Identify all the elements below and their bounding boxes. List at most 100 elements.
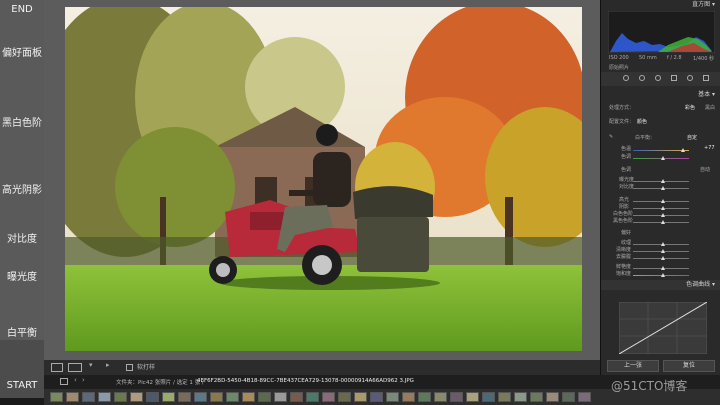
exposure-slider[interactable]	[633, 179, 689, 183]
saturation-label: 饱和度	[616, 271, 632, 277]
filmstrip-thumb[interactable]	[322, 392, 335, 402]
softproof-checkbox[interactable]	[126, 364, 133, 371]
filmstrip-thumb[interactable]	[514, 392, 527, 402]
chapter-black-white-levels[interactable]: 黑白色阶	[0, 114, 44, 129]
filmstrip-thumb[interactable]	[450, 392, 463, 402]
clarity-slider[interactable]	[633, 249, 689, 253]
filmstrip-thumb[interactable]	[466, 392, 479, 402]
presence-label: 偏好	[621, 230, 632, 236]
reset-button[interactable]: 复位	[663, 360, 715, 372]
tint-slider[interactable]	[633, 156, 689, 160]
wb-label: 白平衡：	[635, 135, 656, 141]
chapter-contrast[interactable]: 对比度	[0, 230, 44, 245]
histogram-header[interactable]: 直方图 ▾	[601, 0, 720, 10]
filmstrip-thumb[interactable]	[146, 392, 159, 402]
chapter-exposure[interactable]: 曝光度	[0, 268, 44, 283]
treatment-bw[interactable]: 黑白	[705, 104, 715, 111]
back-arrow-icon[interactable]: ‹	[74, 376, 77, 384]
histogram-focal-length: 50 mm	[639, 55, 657, 61]
filmstrip-thumb[interactable]	[226, 392, 239, 402]
filmstrip-thumb[interactable]	[482, 392, 495, 402]
chevron-down-icon[interactable]: ▾	[89, 361, 99, 370]
crop-tool-icon[interactable]	[623, 75, 629, 81]
filmstrip-thumb[interactable]	[546, 392, 559, 402]
previous-button[interactable]: 上一张	[607, 360, 659, 372]
filmstrip-thumb[interactable]	[370, 392, 383, 402]
filmstrip-thumb[interactable]	[402, 392, 415, 402]
filmstrip-thumb[interactable]	[162, 392, 175, 402]
chapter-highlight-shadow[interactable]: 高光阴影	[0, 181, 44, 196]
whites-slider[interactable]	[633, 213, 689, 217]
filmstrip-thumb[interactable]	[386, 392, 399, 402]
temp-slider[interactable]	[633, 148, 689, 152]
blacks-slider[interactable]	[633, 220, 689, 224]
filmstrip-thumb[interactable]	[290, 392, 303, 402]
vibrance-label: 鲜艳度	[616, 264, 632, 270]
tone-curve-chart[interactable]	[619, 302, 707, 354]
filmstrip-thumb[interactable]	[178, 392, 191, 402]
filmstrip-thumb[interactable]	[130, 392, 143, 402]
texture-slider[interactable]	[633, 242, 689, 246]
basic-header[interactable]: 基本 ▾	[601, 90, 720, 100]
chapter-white-balance[interactable]: 白平衡	[0, 324, 44, 339]
chapter-preference-panel[interactable]: 偏好面板	[0, 44, 44, 59]
play-icon[interactable]: ▸	[106, 361, 116, 370]
filmstrip-thumb[interactable]	[194, 392, 207, 402]
chapter-end[interactable]: END	[0, 4, 44, 15]
spot-removal-icon[interactable]	[639, 75, 645, 81]
filmstrip-thumb[interactable]	[50, 392, 63, 402]
chapter-column: END 偏好面板 黑白色阶 高光阴影 对比度 曝光度 白平衡 START	[0, 0, 44, 398]
filmstrip-thumb[interactable]	[434, 392, 447, 402]
profile-label: 配置文件：	[609, 119, 635, 125]
brush-tool-icon[interactable]	[703, 75, 709, 81]
watermark: @51CTO博客	[611, 379, 688, 393]
filmstrip-thumb[interactable]	[274, 392, 287, 402]
filmstrip-thumb[interactable]	[210, 392, 223, 402]
lightroom-window: END 偏好面板 黑白色阶 高光阴影 对比度 曝光度 白平衡 START ▾ ▸…	[0, 0, 720, 405]
filmstrip-thumb[interactable]	[498, 392, 511, 402]
histogram-title: 直方图	[692, 1, 711, 8]
filmstrip-thumb[interactable]	[98, 392, 111, 402]
photo-preview[interactable]	[65, 7, 582, 351]
wb-picker-icon[interactable]: ✎	[609, 134, 613, 140]
filmstrip-thumb[interactable]	[338, 392, 351, 402]
radial-filter-icon[interactable]	[687, 75, 693, 81]
highlights-slider[interactable]	[633, 199, 689, 203]
temp-value[interactable]: +77	[704, 145, 715, 151]
compare-view-icon[interactable]	[68, 363, 82, 372]
contrast-slider[interactable]	[633, 186, 689, 190]
vibrance-slider[interactable]	[633, 266, 689, 270]
grid-view-icon[interactable]	[60, 378, 68, 385]
clarity-label: 清晰度	[616, 247, 632, 253]
forward-arrow-icon[interactable]: ›	[82, 376, 85, 384]
histogram-iso: ISO 200	[609, 55, 629, 61]
filmstrip-thumb[interactable]	[258, 392, 271, 402]
filmstrip-thumb[interactable]	[418, 392, 431, 402]
contrast-label: 对比度	[619, 184, 635, 190]
tool-strip	[601, 72, 720, 86]
loupe-view-icon[interactable]	[51, 363, 63, 372]
filmstrip-thumb[interactable]	[82, 392, 95, 402]
chapter-start[interactable]: START	[0, 340, 44, 398]
graduated-filter-icon[interactable]	[671, 75, 677, 81]
tone-curve-header[interactable]: 色调曲线 ▾	[601, 280, 720, 290]
treatment-color[interactable]: 彩色	[685, 104, 695, 111]
saturation-slider[interactable]	[633, 273, 689, 277]
tone-auto-button[interactable]: 自动	[700, 166, 710, 173]
filmstrip-thumb[interactable]	[114, 392, 127, 402]
profile-value[interactable]: 颜色	[637, 118, 647, 125]
original-photo-checkbox[interactable]: 原始照片	[609, 64, 629, 71]
filmstrip-thumb[interactable]	[66, 392, 79, 402]
filmstrip-thumb[interactable]	[354, 392, 367, 402]
filmstrip-thumb[interactable]	[562, 392, 575, 402]
shadows-slider[interactable]	[633, 206, 689, 210]
filmstrip-thumb[interactable]	[530, 392, 543, 402]
filmstrip-source[interactable]: 文件夹：Pic	[116, 378, 146, 386]
filmstrip-thumb[interactable]	[578, 392, 591, 402]
wb-value[interactable]: 自定	[687, 134, 697, 141]
dehaze-slider[interactable]	[633, 256, 689, 260]
red-eye-icon[interactable]	[655, 75, 661, 81]
filmstrip-thumb[interactable]	[306, 392, 319, 402]
softproof-label: 软打样	[137, 364, 156, 371]
filmstrip-thumb[interactable]	[242, 392, 255, 402]
